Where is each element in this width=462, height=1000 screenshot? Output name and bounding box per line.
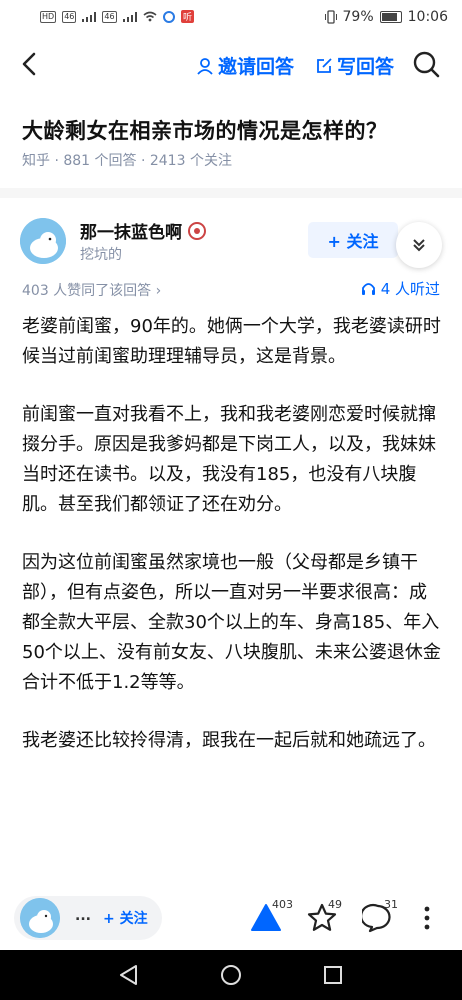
bottom-follow-button[interactable]: + 关注 — [103, 908, 148, 928]
expand-button[interactable] — [396, 222, 442, 268]
vote-count-link[interactable]: 403 人赞同了该回答 › — [22, 280, 161, 300]
listen-count: 4 人听过 — [380, 280, 440, 298]
creator-badge-icon — [188, 221, 206, 240]
follow-button[interactable]: + 关注 — [308, 222, 398, 258]
author-avatar[interactable] — [20, 218, 66, 264]
write-answer-label: 写回答 — [337, 56, 395, 78]
question-meta: 知乎 · 881 个回答 · 2413 个关注 — [22, 153, 232, 169]
section-divider — [0, 188, 462, 198]
svg-text:听: 听 — [183, 12, 192, 23]
hd-badge: HD — [40, 10, 57, 23]
answer-paragraph: 因为这位前闺蜜虽然家境也一般（父母都是乡镇干部），但有点姿色，所以一直对另一半要… — [22, 552, 441, 693]
system-nav-bar — [0, 950, 462, 1000]
top-bar: 邀请回答 写回答 — [0, 36, 462, 94]
answer-paragraph: 前闺蜜一直对我看不上，我和我老婆刚恋爱时候就撺掇分手。原因是我爹妈都是下岗工人，… — [22, 404, 436, 515]
invite-answer-label: 邀请回答 — [218, 56, 295, 78]
bottom-author-avatar[interactable] — [20, 898, 60, 938]
status-right: 79% 10:06 — [324, 9, 448, 25]
edit-icon — [317, 58, 332, 73]
answer-content: 老婆前闺蜜，90年的。她俩一个大学，我老婆读研时候当过前闺蜜助理理辅导员，这是背… — [22, 312, 442, 784]
double-chevron-down-icon — [413, 239, 425, 252]
question-title[interactable]: 大龄剩女在相亲市场的情况是怎样的？ — [22, 115, 388, 145]
headphones-icon — [361, 283, 375, 295]
write-answer-button[interactable]: 写回答 — [316, 52, 394, 79]
more-options-icon[interactable] — [424, 906, 430, 930]
answer-paragraph: 我老婆还比较拎得清，跟我在一起后就和她疏远了。 — [22, 730, 436, 751]
browser-icon — [162, 10, 175, 23]
app-notification-icon: 听 — [180, 10, 194, 23]
network-badge-1: 46 — [62, 10, 77, 23]
battery-percent: 79% — [342, 9, 374, 25]
avatar-illustration — [20, 218, 66, 264]
nav-recents-icon[interactable] — [323, 965, 343, 985]
status-bar: HD 46 46 听 79% 10:06 — [0, 0, 462, 36]
battery-icon — [379, 11, 402, 23]
clock: 10:06 — [407, 9, 448, 25]
invite-answer-button[interactable]: 邀请回答 — [196, 52, 294, 79]
person-icon — [197, 57, 213, 75]
avatar-illustration — [20, 898, 60, 938]
nav-back-icon[interactable] — [118, 964, 138, 986]
network-badge-2: 46 — [102, 10, 117, 23]
status-left: HD 46 46 听 — [40, 10, 194, 23]
author-bio: 挖坑的 — [80, 247, 122, 263]
signal-icon — [82, 11, 97, 22]
wifi-icon — [143, 11, 157, 22]
author-name-row[interactable]: 那一抹蓝色啊 — [80, 218, 206, 243]
comment-count: 31 — [384, 898, 398, 911]
bottom-action-bar: ... + 关注 403 49 31 — [0, 888, 462, 950]
favorite-count: 49 — [328, 898, 342, 911]
nav-home-icon[interactable] — [220, 964, 242, 986]
listen-indicator[interactable]: 4 人听过 — [361, 278, 440, 299]
search-icon[interactable] — [412, 50, 440, 78]
answer-paragraph: 老婆前闺蜜，90年的。她俩一个大学，我老婆读研时候当过前闺蜜助理理辅导员，这是背… — [22, 316, 441, 367]
bottom-author-name: ... — [75, 908, 91, 924]
signal-icon-2 — [122, 11, 137, 22]
upvote-count: 403 — [272, 898, 293, 911]
author-name[interactable]: 那一抹蓝色啊 — [80, 218, 182, 243]
back-arrow-icon[interactable] — [18, 52, 42, 76]
vibrate-icon — [324, 10, 337, 24]
